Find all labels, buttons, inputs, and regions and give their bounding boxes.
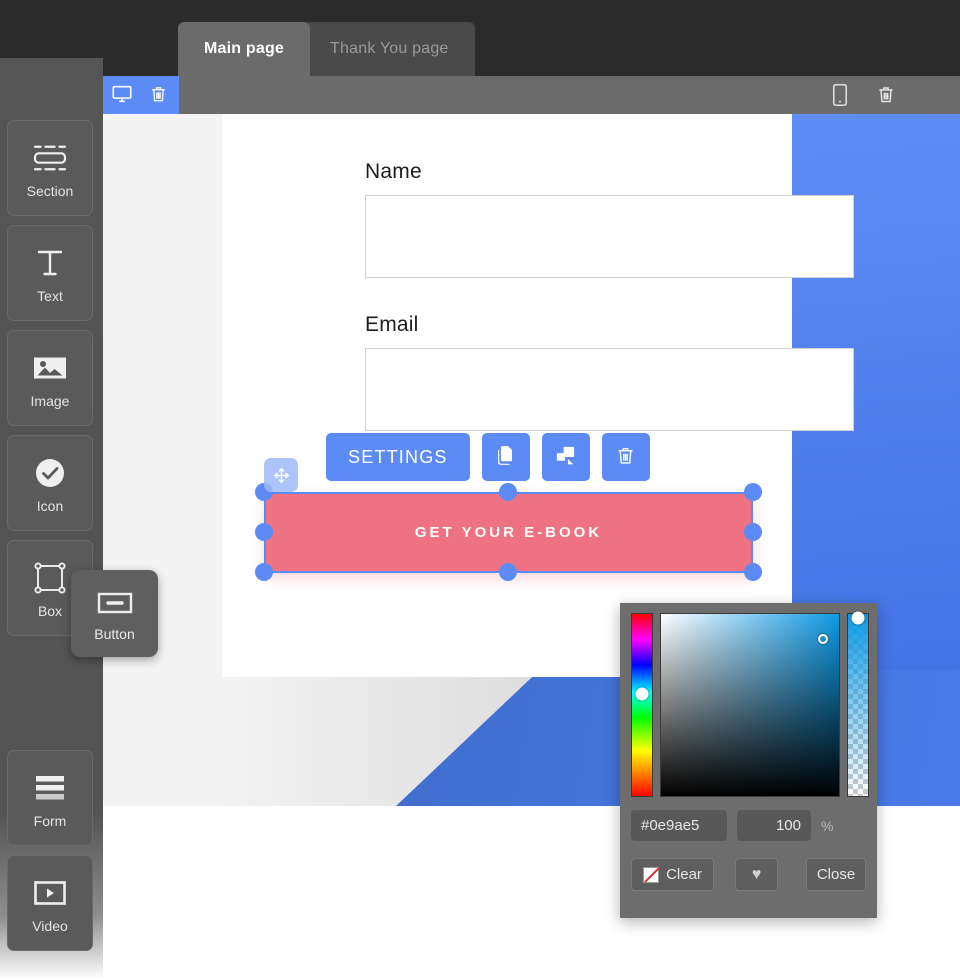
sidebar-item-image-label: Image [30, 393, 70, 409]
sidebar-item-video-label: Video [32, 918, 68, 934]
color-picker-inputs: % [631, 810, 833, 841]
sidebar-item-section-label: Section [26, 183, 74, 199]
page-builder-app: Main page Thank You page Name Email GET … [0, 0, 960, 980]
tools-sidebar: Section Text Image Icon Box Form Video [0, 58, 103, 980]
delete-section-icon[interactable] [149, 83, 171, 107]
section-toolbar-left-group [103, 76, 179, 114]
sidebar-item-section[interactable]: Section [7, 120, 93, 216]
desktop-view-icon[interactable] [111, 83, 133, 107]
box-icon [34, 557, 66, 599]
email-input[interactable] [365, 348, 854, 431]
alpha-input[interactable] [737, 810, 811, 841]
element-toolbar: SETTINGS [326, 433, 650, 481]
favorite-color-button[interactable]: ♥ [735, 858, 778, 891]
field-label-email: Email [365, 313, 419, 336]
mobile-view-icon[interactable] [832, 83, 854, 107]
color-picker-actions: Clear ♥ Close [631, 858, 866, 891]
button-icon [97, 586, 133, 620]
resize-handle-bottom-right[interactable] [744, 563, 762, 581]
alpha-slider[interactable] [847, 611, 869, 797]
tab-thank-you-page-label: Thank You page [330, 40, 449, 57]
section-toolbar-right-group [832, 76, 898, 114]
page-tabs: Main page Thank You page [178, 22, 475, 76]
hue-slider-knob[interactable] [635, 687, 649, 701]
resize-icon [554, 444, 577, 470]
form-card: Name Email [222, 114, 854, 677]
clear-color-button[interactable]: Clear [631, 858, 714, 891]
sidebar-item-form[interactable]: Form [7, 750, 93, 846]
hex-input[interactable] [631, 810, 727, 841]
text-icon [35, 242, 65, 284]
sidebar-item-text[interactable]: Text [7, 225, 93, 321]
sidebar-item-form-label: Form [33, 813, 67, 829]
tab-thank-you-page[interactable]: Thank You page [304, 22, 475, 76]
no-color-swatch-icon [643, 866, 660, 883]
image-icon [32, 347, 68, 389]
dragging-tool-button[interactable]: Button [71, 570, 158, 657]
video-icon [33, 872, 67, 914]
sv-cursor[interactable] [817, 634, 828, 645]
sidebar-item-icon[interactable]: Icon [7, 435, 93, 531]
sidebar-item-image[interactable]: Image [7, 330, 93, 426]
close-picker-button[interactable]: Close [806, 858, 866, 891]
resize-button[interactable] [541, 433, 590, 481]
alpha-unit-label: % [821, 817, 834, 834]
field-label-name: Name [365, 160, 422, 183]
color-picker-popup: % Clear ♥ Close [620, 603, 877, 918]
resize-handle-bottom-center[interactable] [499, 563, 517, 581]
color-picker-sliders [631, 611, 869, 797]
alpha-slider-knob[interactable] [851, 611, 865, 625]
sidebar-item-icon-label: Icon [36, 498, 64, 514]
hue-slider[interactable] [631, 613, 653, 797]
sidebar-item-video[interactable]: Video [7, 855, 93, 951]
sidebar-item-box-label: Box [37, 603, 63, 619]
duplicate-icon [494, 444, 517, 470]
selected-element-wrapper: GET YOUR E-BOOK [255, 483, 762, 581]
move-handle[interactable] [264, 458, 298, 492]
resize-handle-middle-left[interactable] [255, 523, 273, 541]
resize-handle-bottom-left[interactable] [255, 563, 273, 581]
duplicate-button[interactable] [481, 433, 530, 481]
delete-icon [615, 444, 636, 470]
clear-color-label: Clear [666, 866, 702, 883]
settings-button[interactable]: SETTINGS [326, 433, 470, 481]
heart-icon: ♥ [751, 865, 762, 883]
tools-list: Section Text Image Icon Box Form Video [7, 120, 93, 960]
dragging-tool-button-label: Button [94, 625, 135, 642]
sidebar-item-text-label: Text [37, 288, 63, 304]
top-bar: Main page Thank You page [0, 0, 960, 76]
name-input[interactable] [365, 195, 854, 278]
section-toolbar [103, 76, 960, 114]
check-circle-icon [34, 452, 66, 494]
delete-button[interactable] [601, 433, 650, 481]
resize-handle-top-center[interactable] [499, 483, 517, 501]
form-icon [34, 767, 66, 809]
tab-main-page-label: Main page [204, 40, 285, 57]
section-icon [31, 137, 69, 179]
cta-button[interactable]: GET YOUR E-BOOK [264, 492, 753, 573]
saturation-value-area[interactable] [660, 613, 840, 797]
tab-main-page[interactable]: Main page [178, 22, 311, 76]
resize-handle-top-right[interactable] [744, 483, 762, 501]
delete-icon[interactable] [876, 83, 898, 107]
resize-handle-middle-right[interactable] [744, 523, 762, 541]
